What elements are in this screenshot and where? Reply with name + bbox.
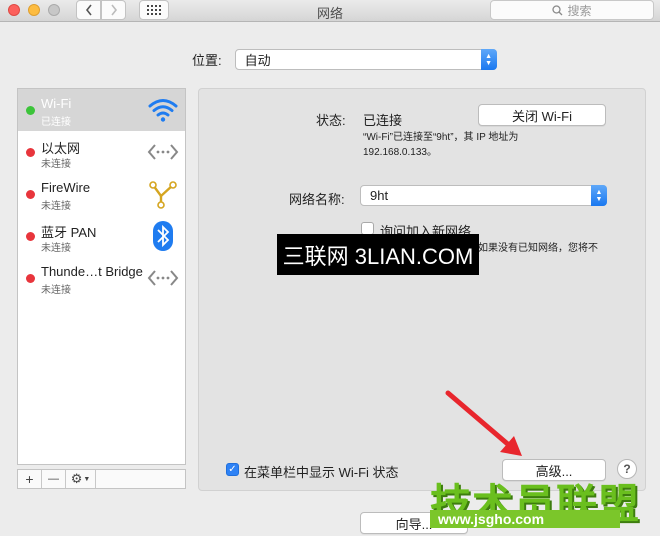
service-item-firewire[interactable]: FireWire 未连接	[18, 173, 185, 215]
show-in-menubar-label: 在菜单栏中显示 Wi-Fi 状态	[244, 465, 399, 480]
remove-service-button[interactable]: —	[42, 470, 66, 488]
service-item-bluetooth-pan[interactable]: 蓝牙 PAN 未连接	[18, 215, 185, 257]
service-status: 已连接	[41, 117, 71, 128]
ethernet-icon	[147, 144, 179, 160]
watermark-3lian: 三联网 3LIAN.COM	[277, 234, 479, 275]
service-list-toolbar: + — ⚙ ▼	[17, 469, 186, 489]
popup-arrows-icon: ▲ ▼	[591, 185, 607, 206]
gear-icon: ⚙	[70, 471, 83, 486]
ethernet-icon	[147, 270, 179, 286]
wifi-icon	[148, 99, 178, 122]
show-in-menubar-checkbox[interactable]: ✓	[226, 463, 239, 476]
service-item-ethernet[interactable]: 以太网 未连接	[18, 131, 185, 173]
title-bar: 网络 搜索	[0, 0, 660, 22]
status-value: 已连接	[363, 113, 403, 128]
bluetooth-icon	[153, 221, 173, 251]
service-status: 未连接	[41, 159, 71, 170]
location-value: 自动	[244, 53, 271, 68]
status-description-line1: “Wi-Fi”已连接至“9ht”，其 IP 地址为	[363, 132, 519, 143]
ask-join-description: 如果没有已知网络，您将不	[478, 243, 598, 254]
toggle-wifi-button[interactable]: 关闭 Wi-Fi	[478, 104, 606, 126]
search-placeholder: 搜索	[567, 3, 592, 18]
service-name: Wi-Fi	[41, 96, 72, 111]
popup-arrows-icon: ▲ ▼	[480, 49, 497, 70]
watermark-jsgho: 技术员联盟 www.jsgho.com	[430, 470, 656, 536]
status-dot	[26, 106, 35, 115]
service-list[interactable]: Wi-Fi 已连接 以太网 未连接 FireWire 未连接 蓝牙 PAN 未连…	[17, 88, 186, 465]
firewire-icon	[149, 181, 177, 209]
service-status: 未连接	[41, 285, 71, 296]
red-arrow-annotation	[445, 390, 522, 456]
service-item-thunderbolt-bridge[interactable]: Thunde…t Bridge 未连接	[18, 257, 185, 299]
status-dot	[26, 232, 35, 241]
service-item-wifi[interactable]: Wi-Fi 已连接	[18, 89, 185, 131]
service-name: FireWire	[41, 180, 91, 195]
location-row: 位置: 自动 ▲ ▼	[192, 49, 497, 70]
search-input[interactable]: 搜索	[490, 0, 654, 20]
service-name: Thunde…t Bridge	[41, 264, 143, 279]
network-name-label: 网络名称:	[289, 192, 345, 207]
status-label: 状态:	[316, 113, 346, 128]
status-dot	[26, 274, 35, 283]
network-name-value: 9ht	[370, 188, 389, 203]
status-dot	[26, 148, 35, 157]
location-select[interactable]: 自动 ▲ ▼	[234, 49, 497, 70]
detail-panel: 状态: 已连接 关闭 Wi-Fi “Wi-Fi”已连接至“9ht”，其 IP 地…	[198, 88, 646, 491]
service-status: 未连接	[41, 243, 71, 254]
status-description-line2: 192.168.0.133。	[363, 147, 437, 158]
action-menu-button[interactable]: ⚙ ▼	[66, 470, 96, 488]
network-name-select[interactable]: 9ht ▲ ▼	[360, 185, 607, 206]
location-label: 位置:	[192, 53, 222, 68]
search-icon	[552, 4, 563, 15]
watermark-url: www.jsgho.com	[430, 510, 620, 528]
service-status: 未连接	[41, 201, 71, 212]
add-service-button[interactable]: +	[18, 470, 42, 488]
status-dot	[26, 190, 35, 199]
chevron-down-icon: ▼	[83, 475, 91, 483]
